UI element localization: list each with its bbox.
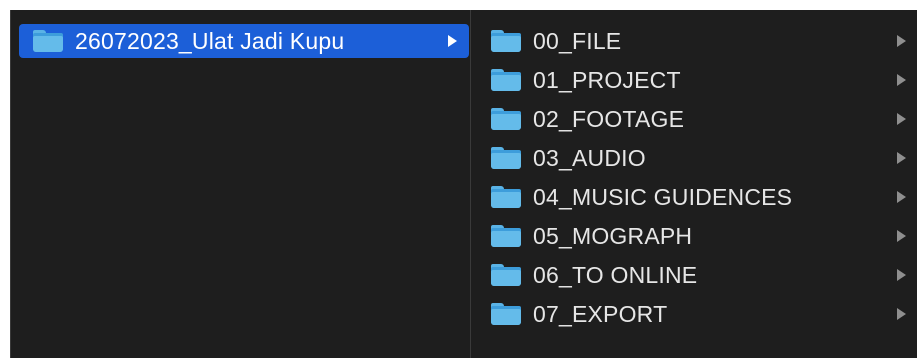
cropped-text-strip [0, 0, 917, 10]
finder-column-view: 26072023_Ulat Jadi Kupu 00_FILE 01_PROJE… [10, 10, 917, 358]
folder-icon [491, 147, 521, 169]
chevron-right-icon [897, 191, 906, 203]
chevron-right-icon [897, 230, 906, 242]
folder-row-03-audio[interactable]: 03_AUDIO [477, 141, 917, 175]
folder-row-00-file[interactable]: 00_FILE [477, 24, 917, 58]
folder-icon [491, 303, 521, 325]
column-children: 00_FILE 01_PROJECT 02_FOOTAGE 03_AUDIO 0… [471, 10, 917, 358]
folder-icon [491, 69, 521, 91]
folder-row-02-footage[interactable]: 02_FOOTAGE [477, 102, 917, 136]
chevron-right-icon [448, 35, 457, 47]
chevron-right-icon [897, 113, 906, 125]
folder-label: 02_FOOTAGE [533, 105, 685, 132]
folder-icon [491, 108, 521, 130]
folder-icon [33, 30, 63, 52]
folder-label: 04_MUSIC GUIDENCES [533, 183, 793, 210]
chevron-right-icon [897, 74, 906, 86]
folder-label: 07_EXPORT [533, 300, 668, 327]
folder-row-07-export[interactable]: 07_EXPORT [477, 297, 917, 331]
folder-row-26072023-ulat-jadi-kupu[interactable]: 26072023_Ulat Jadi Kupu [19, 24, 469, 58]
folder-icon [491, 264, 521, 286]
folder-label: 01_PROJECT [533, 66, 681, 93]
chevron-right-icon [897, 152, 906, 164]
chevron-right-icon [897, 308, 906, 320]
chevron-right-icon [897, 269, 906, 281]
folder-label: 26072023_Ulat Jadi Kupu [75, 27, 345, 54]
column-parent: 26072023_Ulat Jadi Kupu [11, 10, 471, 358]
folder-label: 03_AUDIO [533, 144, 646, 171]
folder-label: 06_TO ONLINE [533, 261, 698, 288]
folder-icon [491, 30, 521, 52]
folder-row-01-project[interactable]: 01_PROJECT [477, 63, 917, 97]
folder-label: 05_MOGRAPH [533, 222, 693, 249]
folder-icon [491, 186, 521, 208]
folder-label: 00_FILE [533, 27, 622, 54]
chevron-right-icon [897, 35, 906, 47]
folder-row-06-to-online[interactable]: 06_TO ONLINE [477, 258, 917, 292]
folder-row-04-music-guidences[interactable]: 04_MUSIC GUIDENCES [477, 180, 917, 214]
folder-icon [491, 225, 521, 247]
folder-row-05-mograph[interactable]: 05_MOGRAPH [477, 219, 917, 253]
